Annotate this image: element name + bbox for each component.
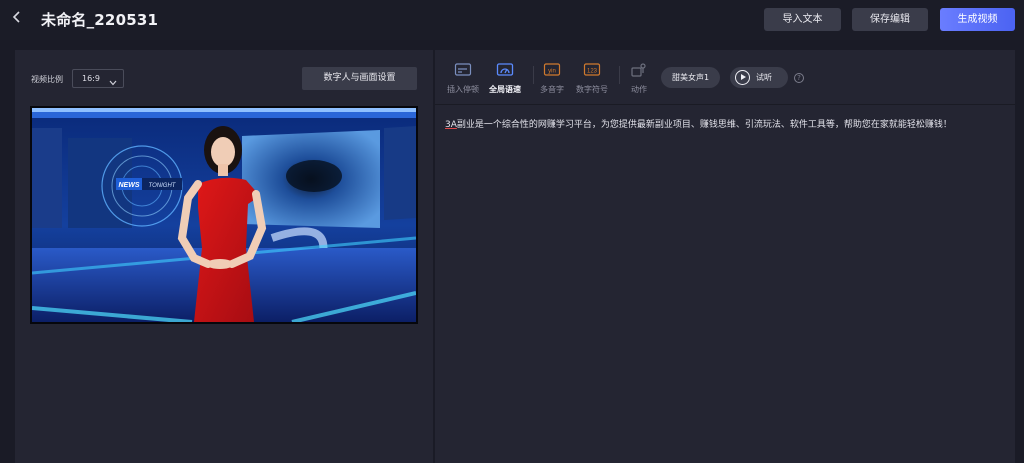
chevron-down-icon: [109, 75, 117, 92]
script-body: 副业是一个综合性的网赚学习平台，为您提供最新副业项目、赚钱思维、引流玩法、软件工…: [456, 120, 952, 130]
avatar-settings-button[interactable]: 数字人与画面设置: [302, 67, 417, 90]
number-symbol-label: 数字符号: [576, 85, 608, 94]
video-preview: NEWS TONIGHT: [30, 106, 418, 324]
play-icon: [735, 70, 750, 85]
import-text-button[interactable]: 导入文本: [764, 8, 841, 31]
news-studio-scene: NEWS TONIGHT: [32, 108, 416, 322]
tonight-badge-text: TONIGHT: [149, 183, 177, 189]
svg-text:123: 123: [587, 69, 598, 75]
ratio-value: 16:9: [82, 74, 100, 83]
pinyin-icon: yin: [543, 62, 561, 78]
listen-button[interactable]: 试听: [730, 67, 788, 88]
polyphone-tool[interactable]: yin 多音字: [530, 62, 574, 95]
chevron-left-icon[interactable]: [12, 10, 28, 28]
action-icon: [630, 62, 648, 78]
script-panel: 插入停顿 全局语速 yin 多音字 123 数字符号 动作 甜美女声1 试听 ?…: [435, 50, 1015, 463]
ratio-select[interactable]: 16:9: [72, 69, 124, 88]
script-highlight: 3A: [445, 120, 457, 130]
svg-text:yin: yin: [548, 69, 556, 75]
news-tonight-badge: NEWS TONIGHT: [116, 178, 182, 190]
global-speed-tool[interactable]: 全局语速: [483, 62, 527, 95]
script-text[interactable]: 3A副业是一个综合性的网赚学习平台，为您提供最新副业项目、赚钱思维、引流玩法、软…: [445, 117, 1005, 134]
number-symbol-icon: 123: [583, 62, 601, 78]
ratio-label: 视频比例: [31, 75, 63, 84]
action-label: 动作: [631, 85, 647, 94]
generate-video-button[interactable]: 生成视频: [940, 8, 1015, 31]
save-edit-button[interactable]: 保存编辑: [852, 8, 928, 31]
insert-pause-tool[interactable]: 插入停顿: [441, 62, 485, 95]
voice-select-button[interactable]: 甜美女声1: [661, 67, 720, 88]
script-toolbar: 插入停顿 全局语速 yin 多音字 123 数字符号 动作 甜美女声1 试听 ?: [435, 50, 1015, 105]
project-title: 未命名_220531: [41, 11, 159, 29]
preview-panel: 视频比例 16:9 数字人与画面设置 NEWS TONIGHT: [15, 50, 433, 463]
top-bar: 未命名_220531 导入文本 保存编辑 生成视频: [0, 0, 1024, 40]
number-symbol-tool[interactable]: 123 数字符号: [570, 62, 614, 95]
question-circle-icon[interactable]: ?: [794, 73, 804, 83]
speed-gauge-icon: [496, 62, 514, 78]
insert-pause-label: 插入停顿: [447, 85, 479, 94]
news-badge-text: NEWS: [119, 182, 140, 189]
insert-pause-icon: [454, 62, 472, 78]
listen-label: 试听: [756, 73, 772, 82]
global-speed-label: 全局语速: [489, 85, 521, 94]
polyphone-label: 多音字: [540, 85, 564, 94]
action-tool[interactable]: 动作: [617, 62, 661, 95]
